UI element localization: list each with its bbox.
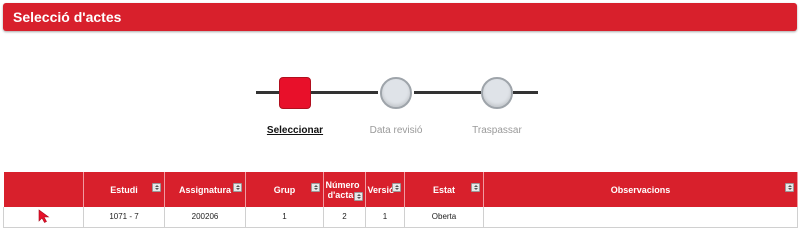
stepper-track [513,91,538,94]
row-select-cell[interactable] [3,207,84,228]
cursor-arrow-icon[interactable] [38,209,50,225]
sort-icon[interactable] [152,183,161,192]
column-header-grup[interactable]: Grup [245,172,324,207]
sort-icon[interactable] [233,183,242,192]
column-header-versio[interactable]: Versió [365,172,405,207]
sort-icon[interactable] [785,183,794,192]
column-header-numero-acta[interactable]: Número d'acta [323,172,366,207]
sort-icon[interactable] [471,183,480,192]
column-header-estudi[interactable]: Estudi [83,172,165,207]
cell-observacions [483,207,798,228]
progress-stepper: Seleccionar Data revisió Traspassar [0,0,800,150]
table-header-row: Estudi Assignatura Grup Número d'acta Ve… [3,172,798,207]
step-review-date-marker[interactable] [380,77,412,109]
step-select-label[interactable]: Seleccionar [245,125,345,136]
column-header-assignatura[interactable]: Assignatura [164,172,246,207]
cell-estat: Oberta [404,207,484,228]
column-header-observacions[interactable]: Observacions [483,172,798,207]
stepper-track [256,91,279,94]
table-row[interactable]: 1071 - 7 200206 1 2 1 Oberta [3,207,798,228]
stepper-track [414,91,481,94]
column-header-select [3,172,84,207]
sort-icon[interactable] [354,192,363,201]
stepper-track [311,91,378,94]
step-review-date-label: Data revisió [369,125,423,136]
step-transfer-label: Traspassar [472,125,522,136]
sort-icon[interactable] [392,183,401,192]
step-select-marker[interactable] [279,77,311,109]
cell-estudi: 1071 - 7 [83,207,165,228]
sort-icon[interactable] [311,183,320,192]
records-table: Estudi Assignatura Grup Número d'acta Ve… [3,172,798,228]
column-header-estat[interactable]: Estat [404,172,484,207]
cell-assignatura: 200206 [164,207,246,228]
cell-grup: 1 [245,207,324,228]
cell-numero-acta: 2 [323,207,366,228]
step-transfer-marker[interactable] [481,77,513,109]
cell-versio: 1 [365,207,405,228]
